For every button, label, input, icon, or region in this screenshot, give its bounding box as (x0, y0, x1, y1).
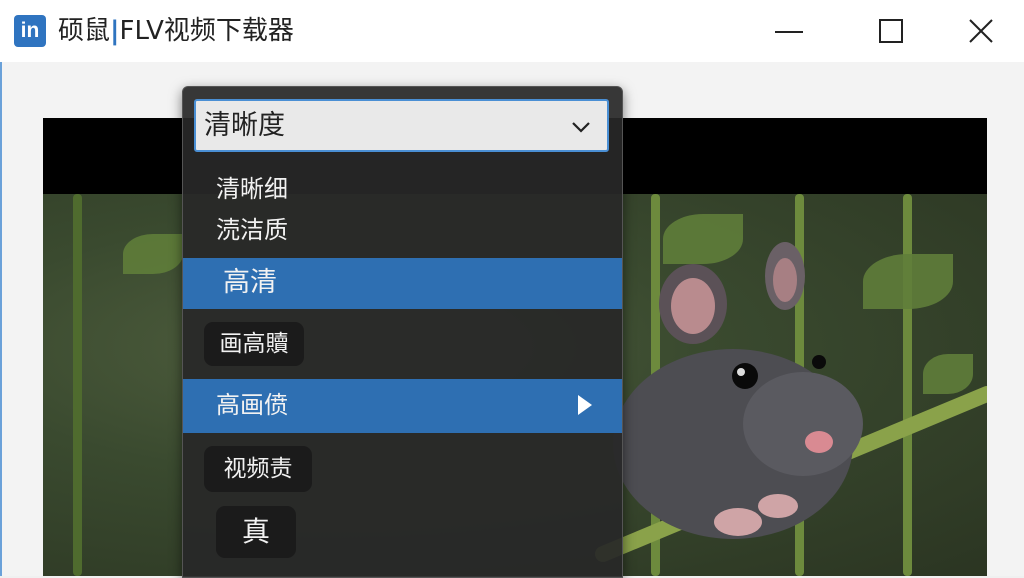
dropdown-option-chip[interactable]: 视频责 (204, 446, 312, 492)
chevron-down-icon (572, 122, 590, 133)
title-bar: in 硕鼠|FLV视频下载器 (0, 0, 1024, 62)
dropdown-option-label: 高清 (223, 267, 277, 298)
maximize-button[interactable] (868, 8, 914, 54)
chevron-right-icon (578, 395, 592, 415)
quality-select[interactable]: 清晰度 (194, 99, 609, 152)
dropdown-option[interactable]: 涜洁质 (216, 214, 288, 246)
maximize-icon (879, 19, 903, 43)
dropdown-option-chip[interactable]: 画高贖 (204, 322, 304, 366)
dropdown-option-chip[interactable]: 真 (216, 506, 296, 558)
quality-select-value: 清晰度 (204, 110, 285, 141)
minimize-icon (775, 31, 803, 33)
dropdown-option-submenu[interactable]: 高画偾 (183, 379, 622, 433)
quality-dropdown-menu: 清晰度 清晰细 涜洁质 高清 画高贖 高画偾 视频责 真 (182, 86, 623, 578)
app-logo-icon: in (14, 15, 46, 47)
title-prefix: 硕鼠 (58, 16, 111, 46)
dropdown-option-highlighted[interactable]: 高清 (183, 258, 622, 309)
close-button[interactable] (958, 8, 1004, 54)
minimize-button[interactable] (766, 8, 812, 54)
text-cursor: | (110, 16, 120, 46)
main-content: 清晰度 清晰细 涜洁质 高清 画高贖 高画偾 视频责 真 (0, 62, 1024, 578)
window-title: 硕鼠|FLV视频下载器 (58, 13, 294, 49)
close-icon (969, 19, 993, 43)
dropdown-option[interactable]: 清晰细 (216, 173, 288, 205)
title-suffix: FLV视频下载器 (119, 16, 294, 46)
dropdown-option-label: 高画偾 (216, 391, 288, 419)
